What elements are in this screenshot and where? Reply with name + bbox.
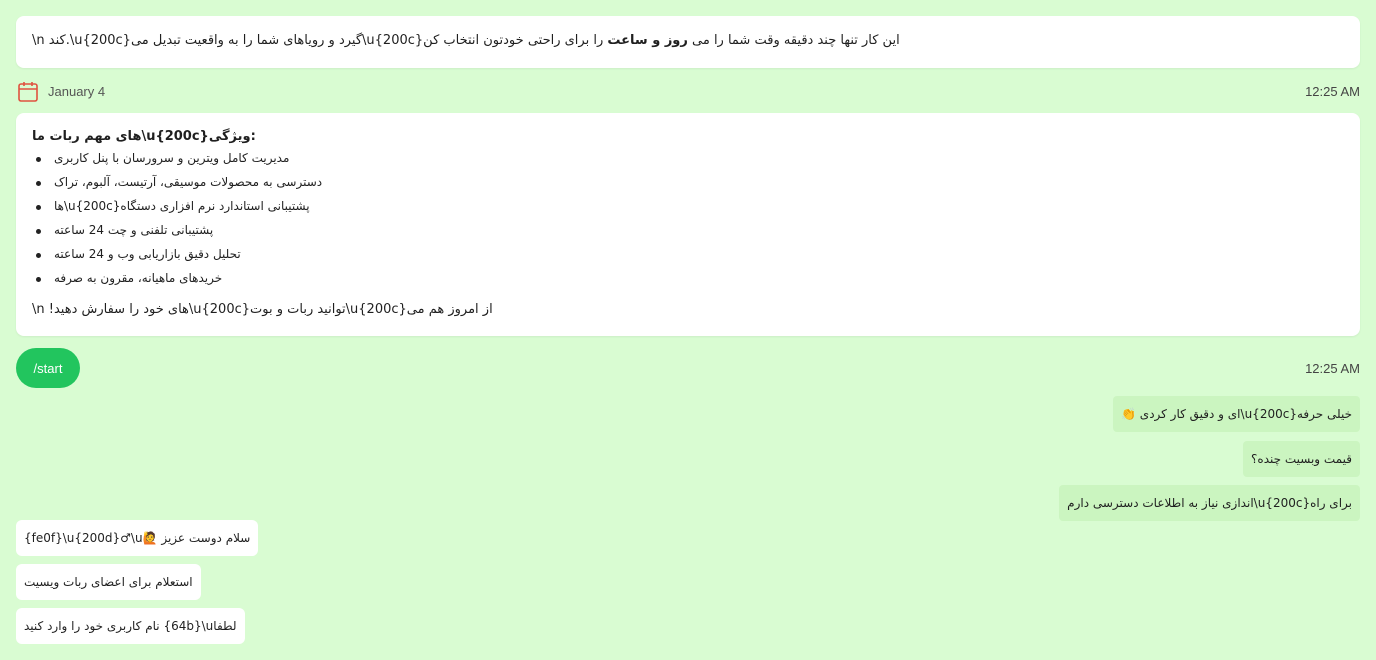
message-time: 12:25 AM <box>1305 84 1360 99</box>
features-heading: های مهم ربات ما\u{200c}ویژگی: <box>32 129 256 144</box>
intro-part-c: را برای راحتی خودتون انتخاب کن <box>423 33 608 48</box>
list-item: مدیریت کامل ویترین و سرورسان با پنل کارب… <box>36 151 322 175</box>
intro-bold: روز و ساعت <box>607 33 688 48</box>
incoming-message[interactable]: استعلام برای اعضای ربات ویسیت <box>16 564 201 600</box>
intro-message-text: \n کند.\u{200c}گیرد و رویاهای شما را به … <box>32 33 900 48</box>
date-separator: January 4 12:25 AM <box>16 80 1360 104</box>
incoming-message[interactable]: نام کاربری خود را وارد کنید {64b}\uلطفا <box>16 608 245 644</box>
list-item: ها\u{200c}پشتیبانی استاندارد نرم افزاری … <box>36 199 322 223</box>
date-label: January 4 <box>48 84 106 99</box>
features-footer: \n !های خود را سفارش دهید\u{200c}توانید … <box>32 302 493 317</box>
features-message-card: های مهم ربات ما\u{200c}ویژگی: مدیریت کام… <box>16 113 1360 336</box>
intro-part-a: \n <box>32 33 49 48</box>
start-message-time: 12:25 AM <box>1305 361 1360 376</box>
outgoing-message[interactable]: اندازی نیاز به اطلاعات دسترسی دارم\u{200… <box>1059 485 1360 521</box>
list-item: خریدهای ماهیانه، مقرون به صرفه <box>36 271 322 295</box>
features-list: مدیریت کامل ویترین و سرورسان با پنل کارب… <box>36 151 322 295</box>
outgoing-message[interactable]: 👏 ای و دقیق کار کردی\u{200c}خیلی حرفه <box>1113 396 1360 432</box>
list-item: تحلیل دقیق بازاریابی وب و 24 ساعته <box>36 247 322 271</box>
start-command-button[interactable]: /start <box>16 348 80 388</box>
outgoing-message[interactable]: قیمت وبسیت چنده؟ <box>1243 441 1360 477</box>
calendar-icon[interactable] <box>18 81 38 103</box>
list-item: پشتیبانی تلفنی و چت 24 ساعته <box>36 223 322 247</box>
incoming-message[interactable]: {fe0f}\u{200d}♂\u🙋 سلام دوست عزیز <box>16 520 259 556</box>
list-item: دسترسی به محصولات موسیقی، آرتیست، آلبوم،… <box>36 175 322 199</box>
intro-message-card: \n کند.\u{200c}گیرد و رویاهای شما را به … <box>16 16 1360 68</box>
